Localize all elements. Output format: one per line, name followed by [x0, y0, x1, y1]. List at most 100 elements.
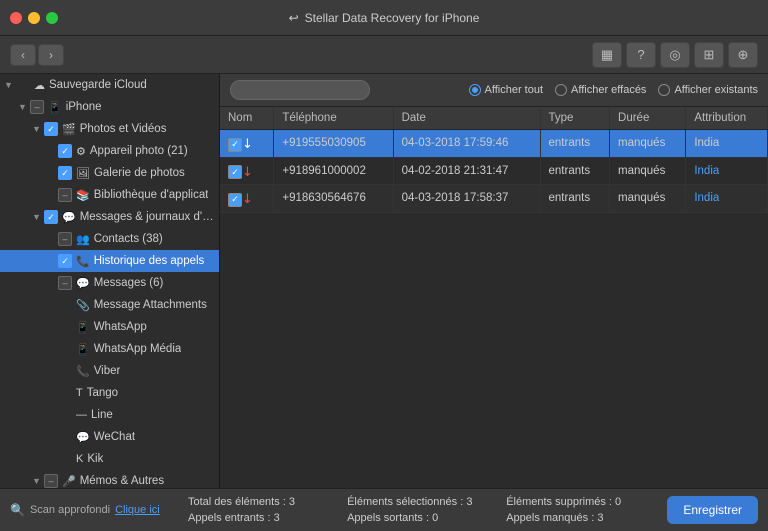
data-table: Nom Téléphone Date Type Durée Attributio… — [220, 107, 768, 213]
row-date: 04-03-2018 17:58:37 — [393, 185, 540, 213]
stat-outgoing: Appels sortants : 0 — [339, 511, 498, 525]
back-nav-button[interactable]: ‹ — [10, 44, 36, 66]
sidebar-item[interactable]: 📱WhatsApp Média — [0, 338, 219, 360]
sidebar-item[interactable]: 📎Message Attachments — [0, 294, 219, 316]
row-type: entrants — [540, 157, 610, 185]
sidebar-item[interactable]: ✓ 🖼 Galerie de photos — [0, 162, 219, 184]
tree-item-label: Galerie de photos — [94, 167, 185, 179]
tree-item-label: Viber — [94, 365, 121, 377]
tree-checkbox[interactable]: – — [58, 188, 72, 202]
row-checkbox-cell: ✓↗ — [220, 130, 274, 158]
status-bar: 🔍 Scan approfondi Clique ici Total des é… — [0, 488, 768, 531]
radio-dot-all — [469, 84, 481, 96]
tree-item-icon: 📱 — [76, 343, 90, 356]
main-area: ▼☁Sauvegarde iCloud▼–📱iPhone▼✓🎬Photos et… — [0, 74, 768, 488]
table-row[interactable]: ✓↗+91863056467604-03-2018 17:58:37entran… — [220, 185, 768, 213]
tree-item-icon: 💬 — [76, 277, 90, 290]
radio-dot-deleted — [555, 84, 567, 96]
tree-arrow-icon: ▼ — [18, 102, 30, 112]
stat-missed: Appels manqués : 3 — [498, 511, 657, 525]
tree-item-icon: 🖼 — [76, 167, 90, 180]
filter-bar: 🔍 Afficher tout Afficher effacés Affiche… — [220, 74, 768, 107]
row-attribution: India — [686, 157, 768, 185]
tree-item-label: Historique des appels — [94, 255, 205, 267]
right-panel: 🔍 Afficher tout Afficher effacés Affiche… — [220, 74, 768, 488]
tree-item-icon: 🎤 — [62, 475, 76, 488]
save-button[interactable]: Enregistrer — [667, 496, 758, 524]
tree-item-label: Tango — [87, 387, 118, 399]
tree-checkbox[interactable]: – — [58, 232, 72, 246]
search-input[interactable] — [230, 80, 370, 100]
sidebar-item[interactable]: –💬Messages (6) — [0, 272, 219, 294]
user-icon-button[interactable]: ⊕ — [728, 42, 758, 68]
filter-radio-group: Afficher tout Afficher effacés Afficher … — [469, 84, 758, 96]
title-bar: ↩ Stellar Data Recovery for iPhone — [0, 0, 768, 36]
tree-checkbox[interactable]: – — [30, 100, 44, 114]
sidebar-item[interactable]: 💬 WeChat — [0, 426, 219, 448]
radio-show-existing[interactable]: Afficher existants — [658, 84, 758, 96]
tree-arrow-icon: ▼ — [4, 80, 16, 90]
tree-checkbox[interactable]: – — [58, 276, 72, 290]
tree-item-label: WeChat — [94, 431, 135, 443]
sidebar-item[interactable]: ▼–📱 iPhone — [0, 96, 219, 118]
tree-checkbox[interactable]: ✓ — [58, 254, 72, 268]
minimize-button[interactable] — [28, 12, 40, 24]
tree-checkbox[interactable]: ✓ — [44, 122, 58, 136]
tree-item-icon: 🎬 — [62, 123, 76, 136]
radio-dot-existing — [658, 84, 670, 96]
row-phone: +919555030905 — [274, 130, 393, 158]
sidebar-item[interactable]: —Line — [0, 404, 219, 426]
sidebar-item[interactable]: –👥Contacts (38) — [0, 228, 219, 250]
stat-incoming: Appels entrants : 3 — [180, 511, 339, 525]
tree-item-label: Kik — [87, 453, 103, 465]
sidebar-item[interactable]: TTango — [0, 382, 219, 404]
maximize-button[interactable] — [46, 12, 58, 24]
sidebar-item[interactable]: 📱WhatsApp — [0, 316, 219, 338]
sidebar-item[interactable]: ✓⚙Appareil photo (21) — [0, 140, 219, 162]
close-button[interactable] — [10, 12, 22, 24]
tree-item-icon: 💬 — [76, 431, 90, 444]
help-icon-button[interactable]: ? — [626, 42, 656, 68]
sidebar-item[interactable]: ▼–🎤Mémos & Autres — [0, 470, 219, 488]
tree-checkbox[interactable]: – — [44, 474, 58, 488]
table-row[interactable]: ✓↗+91896100000204-02-2018 21:31:47entran… — [220, 157, 768, 185]
scan-label: Scan approfondi — [30, 504, 110, 516]
sidebar-item[interactable]: ▼☁Sauvegarde iCloud — [0, 74, 219, 96]
tree-item-icon: 📎 — [76, 299, 90, 312]
sidebar-item[interactable]: ▼✓🎬Photos et Vidéos — [0, 118, 219, 140]
sidebar-item[interactable]: 📞 Viber — [0, 360, 219, 382]
tree-item-icon: 📞 — [76, 365, 90, 378]
tree-item-icon: 💬 — [62, 211, 76, 224]
tree-item-label: iPhone — [66, 101, 102, 113]
tree-checkbox[interactable]: ✓ — [58, 166, 72, 180]
scan-icon-button[interactable]: ◎ — [660, 42, 690, 68]
tree-checkbox[interactable]: ✓ — [58, 144, 72, 158]
nav-buttons: ‹ › — [10, 44, 64, 66]
radio-show-all[interactable]: Afficher tout — [469, 84, 544, 96]
tree-checkbox[interactable]: ✓ — [44, 210, 58, 224]
stat-selected: Éléments sélectionnés : 3 — [339, 495, 498, 509]
sidebar-item[interactable]: K Kik — [0, 448, 219, 470]
forward-nav-button[interactable]: › — [38, 44, 64, 66]
tree-item-icon: 📱 — [48, 101, 62, 114]
cart-icon-button[interactable]: ⊞ — [694, 42, 724, 68]
tree-item-icon: — — [76, 409, 87, 421]
row-duration: manqués — [610, 130, 686, 158]
tree-item-label: Messages & journaux d'appels — [80, 211, 215, 223]
tree-item-icon: ☁ — [34, 79, 45, 92]
scan-link[interactable]: Clique ici — [115, 504, 160, 516]
table-row[interactable]: ✓↗+91955503090504-03-2018 17:59:46entran… — [220, 130, 768, 158]
sidebar-item[interactable]: ✓ 📞 Historique des appels — [0, 250, 219, 272]
sidebar-item[interactable]: ▼✓ 💬 Messages & journaux d'appels — [0, 206, 219, 228]
tree-arrow-icon: ▼ — [32, 212, 44, 222]
tree-item-icon: K — [76, 453, 83, 465]
sidebar-item[interactable]: –📚Bibliothèque d'applicat — [0, 184, 219, 206]
grid-icon-button[interactable]: ▦ — [592, 42, 622, 68]
tree-arrow-icon: ▼ — [32, 124, 44, 134]
tree-item-icon: 📚 — [76, 189, 90, 202]
row-type: entrants — [540, 185, 610, 213]
status-scan-info: 🔍 Scan approfondi Clique ici — [10, 503, 170, 517]
radio-show-deleted[interactable]: Afficher effacés — [555, 84, 646, 96]
tree-item-icon: 📞 — [76, 255, 90, 268]
row-date: 04-03-2018 17:59:46 — [393, 130, 540, 158]
